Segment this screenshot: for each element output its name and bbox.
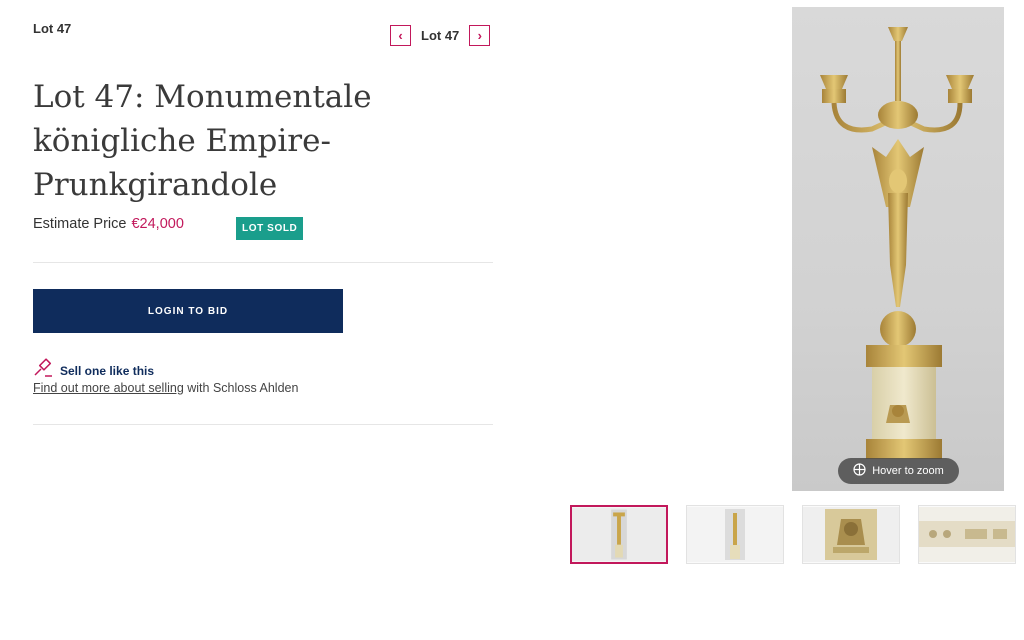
- sell-description: Find out more about selling with Schloss…: [33, 381, 298, 395]
- next-lot-button[interactable]: ›: [469, 25, 491, 46]
- estimate-label: Estimate Price: [33, 216, 127, 232]
- lot-number-label: Lot 47: [33, 21, 72, 36]
- chevron-right-icon: ›: [477, 28, 482, 43]
- find-out-more-selling-link[interactable]: Find out more about selling: [33, 381, 184, 395]
- divider-bottom: [33, 424, 493, 425]
- login-to-bid-button[interactable]: LOGIN TO BID: [33, 289, 343, 333]
- thumbnail-strip: [570, 505, 1016, 564]
- zoom-crosshair-icon: [853, 463, 866, 479]
- thumbnail-1[interactable]: [570, 505, 668, 564]
- thumbnail-2[interactable]: [686, 505, 784, 564]
- lot-navigation: ‹ Lot 47 ›: [390, 25, 491, 46]
- current-lot-label: Lot 47: [421, 28, 460, 43]
- girandole-illustration: [820, 27, 974, 459]
- thumbnail-4[interactable]: [918, 505, 1016, 564]
- hover-to-zoom-hint: Hover to zoom: [838, 458, 959, 484]
- lot-title: Lot 47: Monumentale königliche Empire-Pr…: [33, 79, 372, 203]
- thumbnail-3[interactable]: [802, 505, 900, 564]
- zoom-label: Hover to zoom: [872, 465, 944, 477]
- previous-lot-button[interactable]: ‹: [390, 25, 411, 46]
- chevron-left-icon: ‹: [398, 28, 403, 43]
- lot-sold-badge: LOT SOLD: [236, 217, 304, 240]
- sell-desc-suffix: with Schloss Ahlden: [183, 381, 299, 395]
- main-lot-image[interactable]: Hover to zoom: [792, 7, 1004, 491]
- sell-title: Sell one like this: [60, 364, 155, 378]
- estimate-value: €24,000: [131, 216, 184, 232]
- estimate-price: Estimate Price €24,000: [33, 216, 184, 232]
- divider-top: [33, 262, 493, 263]
